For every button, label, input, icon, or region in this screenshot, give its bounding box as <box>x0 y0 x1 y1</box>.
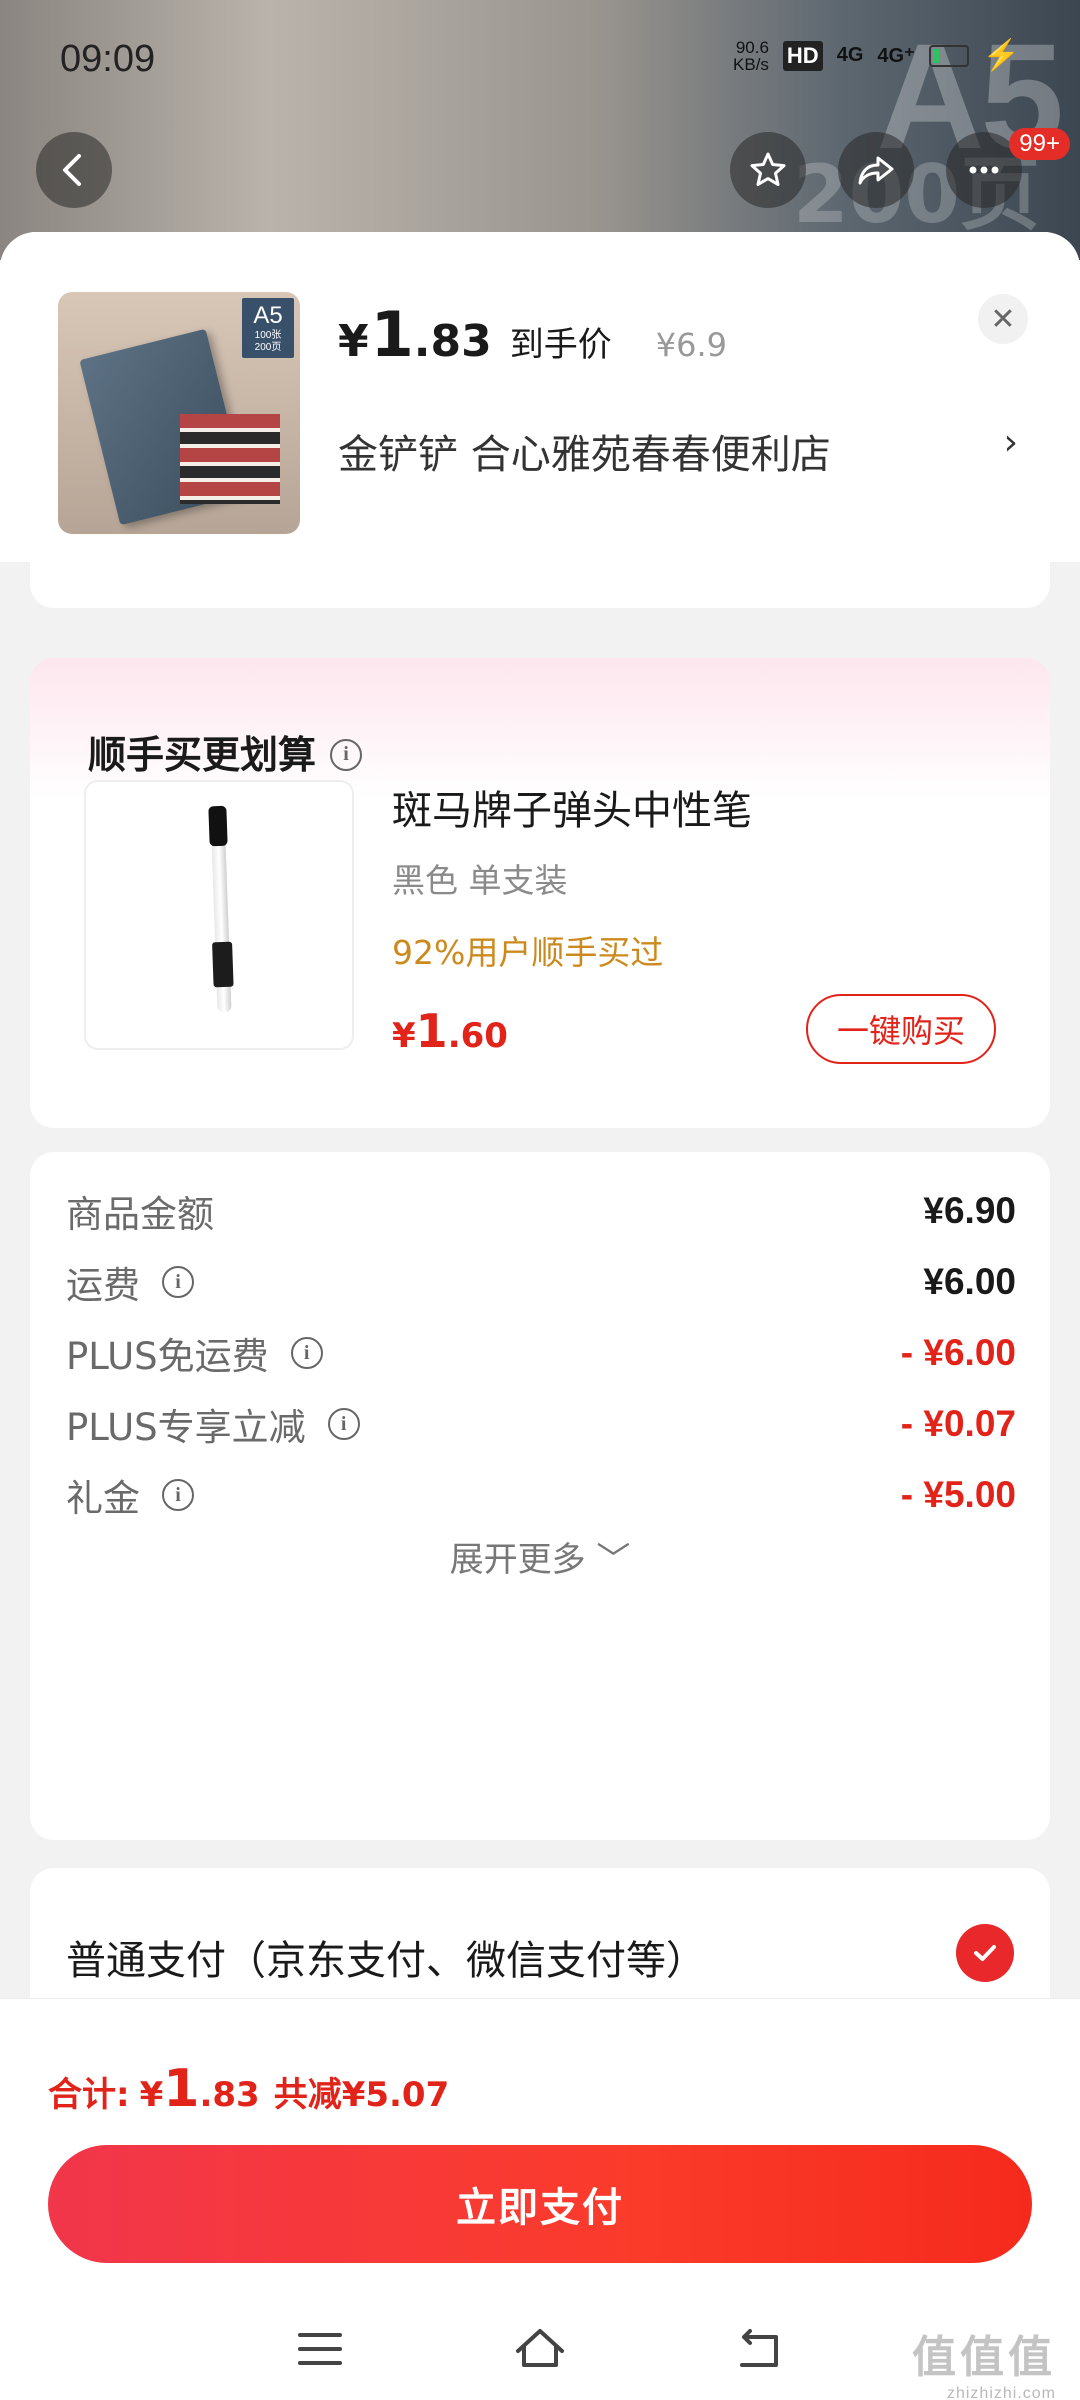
price-row-value: - ¥6.00 <box>900 1332 1016 1373</box>
message-count-badge: 99+ <box>1009 128 1070 160</box>
charging-icon: ⚡ <box>982 39 1020 72</box>
close-button[interactable]: ✕ <box>978 294 1028 344</box>
one-click-buy-button[interactable]: 一键购买 <box>806 994 996 1064</box>
addon-price-integer: 1 <box>415 1004 448 1058</box>
watermark-main: 值值值 <box>912 2333 1056 2382</box>
info-icon[interactable]: i <box>327 1408 360 1440</box>
status-icons: 90.6 KB/s HD 4G 4G⁺ ⚡ <box>733 38 1020 73</box>
total-discount: 共减¥5.07 <box>273 2075 450 2115</box>
price-row-plus-free-shipping: PLUS免运费 i - ¥6.00 <box>66 1326 1016 1380</box>
price-row-label: 运费 <box>66 1264 140 1307</box>
price-row-label: PLUS免运费 <box>66 1335 269 1378</box>
info-icon[interactable]: i <box>162 1479 194 1511</box>
addon-purchase-stat: 92%用户顺手买过 <box>392 933 664 972</box>
price-row-plus-discount: PLUS专享立减 i - ¥0.07 <box>66 1397 1016 1451</box>
payment-method-label: 普通支付（京东支付、微信支付等） <box>66 1938 706 1984</box>
watermark: 值值值 zhizhizhi.com <box>912 2321 1056 2400</box>
status-bar: 09:09 90.6 KB/s HD 4G 4G⁺ ⚡ <box>0 0 1080 120</box>
sheet-header: A5 100张 200页 ¥ 1 .83 到手价 ¥6.9 金铲铲 合心雅苑春春… <box>0 232 1080 562</box>
watermark-url: zhizhizhi.com <box>946 2385 1056 2400</box>
total-label: 合计: <box>48 2075 130 2115</box>
total-decimal: .83 <box>199 2075 260 2115</box>
price-row-value: - ¥5.00 <box>900 1474 1016 1515</box>
price-row-label: 礼金 <box>66 1477 140 1520</box>
thumb-a5-text: A5 <box>253 302 283 329</box>
price-row-label: PLUS专享立减 <box>66 1406 306 1449</box>
pay-now-button[interactable]: 立即支付 <box>48 2145 1032 2263</box>
store-name: 金铲铲 合心雅苑春春便利店 <box>338 432 831 478</box>
star-icon <box>750 152 786 186</box>
price-breakdown-card: 商品金额 ¥6.90 运费 i ¥6.00 PLUS免运费 i - ¥6.00 PL… <box>30 1152 1050 1840</box>
addon-product-name[interactable]: 斑马牌子弹头中性笔 <box>392 778 752 836</box>
back-nav-icon[interactable] <box>730 2319 790 2379</box>
checkout-bar: 合计: ¥ 1 .83 共减¥5.07 立即支付 值值值 zhizhizhi.c… <box>0 1998 1080 2400</box>
addon-price: ¥1.60 <box>392 1004 508 1058</box>
info-icon[interactable]: i <box>330 738 363 771</box>
price-row-value: ¥6.00 <box>923 1261 1016 1302</box>
info-icon[interactable]: i <box>162 1266 194 1298</box>
addon-price-currency: ¥ <box>392 1016 416 1056</box>
total-summary: 合计: ¥ 1 .83 共减¥5.07 <box>48 2059 449 2119</box>
addon-product-image[interactable] <box>84 780 354 1050</box>
addon-title-text: 顺手买更划算 <box>88 733 317 777</box>
price-integer: 1 <box>370 298 414 371</box>
net-speed: 90.6 KB/s <box>733 39 769 73</box>
price-label: 到手价 <box>509 325 612 365</box>
info-icon[interactable]: i <box>290 1337 323 1369</box>
home-icon[interactable] <box>510 2319 570 2379</box>
back-button[interactable] <box>36 132 112 208</box>
battery-icon <box>928 44 969 67</box>
net-speed-unit: KB/s <box>733 54 769 74</box>
final-price-row: ¥ 1 .83 到手价 ¥6.9 <box>338 298 727 371</box>
total-integer: 1 <box>163 2059 200 2119</box>
status-time: 09:09 <box>60 38 156 80</box>
addon-card: 顺手买更划算 i 斑马牌子弹头中性笔 黑色 单支装 92%用户顺手买过 ¥1.60… <box>30 658 1050 1128</box>
price-row-value: ¥6.90 <box>923 1190 1016 1231</box>
chevron-left-icon <box>63 154 81 186</box>
addon-title: 顺手买更划算 i <box>88 724 363 779</box>
store-link[interactable]: 金铲铲 合心雅苑春春便利店 › <box>338 422 1018 480</box>
thumb-pages-text: 200页 <box>254 342 282 353</box>
menu-icon[interactable] <box>290 2319 350 2379</box>
original-price: ¥6.9 <box>655 326 727 364</box>
price-currency: ¥ <box>338 316 369 367</box>
chevron-right-icon: › <box>1003 422 1018 463</box>
product-thumbnail[interactable]: A5 100张 200页 <box>58 292 300 534</box>
total-currency: ¥ <box>139 2075 164 2115</box>
thumb-sheets-text: 100张 <box>254 330 282 341</box>
price-row-gift-money: 礼金 i - ¥5.00 <box>66 1468 1016 1522</box>
price-row-value: - ¥0.07 <box>900 1403 1016 1444</box>
expand-more-button[interactable]: 展开更多 ﹀ <box>30 1532 1050 1581</box>
price-row-label: 商品金额 <box>66 1193 214 1236</box>
share-button[interactable] <box>838 132 914 208</box>
share-icon <box>858 156 894 185</box>
favorite-button[interactable] <box>730 132 806 208</box>
price-row-shipping: 运费 i ¥6.00 <box>66 1255 1016 1309</box>
addon-price-decimal: .60 <box>447 1016 508 1056</box>
notebook-stack-image <box>180 414 280 504</box>
hd-icon: HD <box>782 40 823 71</box>
checkmark-icon[interactable] <box>956 1924 1014 1982</box>
signal-4g-plus-icon: 4G⁺ <box>877 45 915 67</box>
more-dots-icon <box>969 166 999 174</box>
price-decimal: .83 <box>413 316 492 367</box>
scrolled-card-edge <box>30 562 1050 608</box>
pen-image <box>210 811 232 1013</box>
signal-4g-icon: 4G <box>836 44 864 66</box>
thumb-a5-badge: A5 100张 200页 <box>242 298 294 358</box>
addon-product-spec: 黑色 单支装 <box>392 861 568 900</box>
price-row-goods: 商品金额 ¥6.90 <box>66 1184 1016 1238</box>
net-speed-value: 90.6 <box>735 37 769 57</box>
